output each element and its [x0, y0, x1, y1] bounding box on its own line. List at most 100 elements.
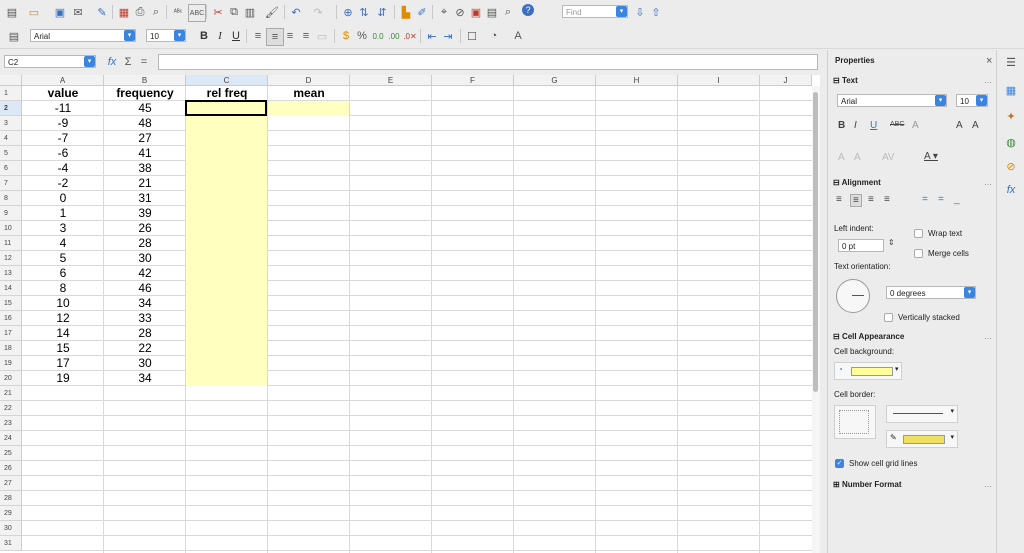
- underline-button[interactable]: U: [228, 28, 244, 44]
- sidebar-align-right-icon[interactable]: ≡: [868, 194, 874, 205]
- frequency-cell[interactable]: 48: [104, 116, 186, 131]
- column-header-f[interactable]: F: [432, 75, 514, 86]
- column-header-d[interactable]: D: [268, 75, 350, 86]
- row-header-16[interactable]: 16: [0, 311, 22, 326]
- redo-icon[interactable]: ↷: [310, 4, 326, 20]
- row-header-19[interactable]: 19: [0, 356, 22, 371]
- value-cell[interactable]: 3: [22, 221, 104, 236]
- row-header-15[interactable]: 15: [0, 296, 22, 311]
- row-header-28[interactable]: 28: [0, 491, 22, 506]
- header-cell-frequency[interactable]: frequency: [104, 86, 186, 101]
- row-header-21[interactable]: 21: [0, 386, 22, 401]
- row-header-2[interactable]: 2: [0, 101, 22, 116]
- value-cell[interactable]: -11: [22, 101, 104, 116]
- column-header-c[interactable]: C: [186, 75, 268, 86]
- cell-appearance-section-header[interactable]: ⊟ Cell Appearance: [833, 332, 904, 341]
- row-header-3[interactable]: 3: [0, 116, 22, 131]
- frequency-cell[interactable]: 28: [104, 326, 186, 341]
- name-box[interactable]: C2 ▾: [4, 55, 96, 68]
- row-header-11[interactable]: 11: [0, 236, 22, 251]
- sidebar-underline-button[interactable]: U: [870, 120, 877, 131]
- vertically-stacked-checkbox[interactable]: [884, 313, 893, 322]
- navigator-tab-icon[interactable]: ⊘: [1003, 158, 1019, 174]
- frequency-cell[interactable]: 34: [104, 371, 186, 386]
- function-wizard-icon[interactable]: fx: [104, 54, 120, 70]
- align-middle-icon[interactable]: =: [938, 194, 944, 205]
- sort-asc-icon[interactable]: ⇅: [356, 4, 372, 20]
- row-header-8[interactable]: 8: [0, 191, 22, 206]
- show-grid-lines-checkbox[interactable]: ✓: [835, 459, 844, 468]
- hyperlink-icon[interactable]: ⊕: [340, 4, 356, 20]
- sidebar-toggle-icon[interactable]: ▤: [6, 28, 22, 44]
- frequency-cell[interactable]: 45: [104, 101, 186, 116]
- bold-button[interactable]: B: [196, 28, 212, 44]
- border-color-picker[interactable]: ✎ ▾: [886, 430, 958, 448]
- decrease-font-icon[interactable]: A: [972, 120, 979, 131]
- frequency-cell[interactable]: 30: [104, 251, 186, 266]
- clone-format-icon[interactable]: 🖌: [264, 4, 280, 20]
- frequency-cell[interactable]: 28: [104, 236, 186, 251]
- currency-icon[interactable]: $: [338, 28, 354, 44]
- column-header-j[interactable]: J: [760, 75, 812, 86]
- autospell-icon[interactable]: ABC: [188, 4, 206, 22]
- zoom-icon[interactable]: ⌕: [500, 4, 516, 20]
- delete-decimal-icon[interactable]: .0✕: [402, 28, 418, 44]
- frequency-cell[interactable]: 46: [104, 281, 186, 296]
- value-cell[interactable]: 8: [22, 281, 104, 296]
- undo-icon[interactable]: ↶: [288, 4, 304, 20]
- vertical-scrollbar[interactable]: [812, 86, 820, 553]
- email-icon[interactable]: ✉: [70, 4, 86, 20]
- align-top-icon[interactable]: =: [922, 194, 928, 205]
- sidebar-font-name-dropdown-icon[interactable]: ▾: [935, 95, 946, 106]
- formula-icon[interactable]: =: [136, 54, 152, 70]
- copy-icon[interactable]: ⧉: [226, 4, 242, 20]
- spreadsheet-grid[interactable]: ABCDEFGHIJ 1 2 3 4 5 6 7 8 9 10 11 12 13 14 15 16 17 18 19…: [0, 75, 820, 553]
- left-indent-spinner-icon[interactable]: ⇕: [888, 238, 895, 247]
- wrap-text-checkbox[interactable]: [914, 229, 923, 238]
- alignment-more-options-icon[interactable]: …: [984, 178, 992, 187]
- merge-cells-checkbox[interactable]: [914, 249, 923, 258]
- column-header-g[interactable]: G: [514, 75, 596, 86]
- orientation-dial[interactable]: [836, 279, 870, 313]
- formula-input[interactable]: [158, 54, 818, 70]
- increase-indent-icon[interactable]: ⇤: [424, 28, 440, 44]
- find-previous-icon[interactable]: ⇧: [648, 4, 664, 20]
- increase-font-icon[interactable]: A: [956, 120, 963, 131]
- close-icon[interactable]: ×: [986, 55, 992, 67]
- value-cell[interactable]: 10: [22, 296, 104, 311]
- spelling-icon[interactable]: ᴬᴮᶜ: [170, 4, 186, 20]
- frequency-cell[interactable]: 38: [104, 161, 186, 176]
- paste-icon[interactable]: ▥: [242, 4, 258, 20]
- row-header-29[interactable]: 29: [0, 506, 22, 521]
- font-color-icon[interactable]: A: [510, 28, 526, 44]
- active-cell-cursor[interactable]: [185, 100, 267, 116]
- column-header-a[interactable]: A: [22, 75, 104, 86]
- sidebar-font-color-icon[interactable]: A ▾: [924, 151, 938, 162]
- frequency-cell[interactable]: 39: [104, 206, 186, 221]
- sidebar-font-size-box[interactable]: 10 ▾: [956, 94, 988, 107]
- borders-icon[interactable]: ☐: [464, 28, 480, 44]
- font-name-dropdown-icon[interactable]: ▾: [124, 30, 135, 41]
- frequency-cell[interactable]: 21: [104, 176, 186, 191]
- column-header-b[interactable]: B: [104, 75, 186, 86]
- value-cell[interactable]: 17: [22, 356, 104, 371]
- row-header-4[interactable]: 4: [0, 131, 22, 146]
- number-format-section-header[interactable]: ⊞ Number Format: [833, 480, 902, 489]
- frequency-cell[interactable]: 26: [104, 221, 186, 236]
- number-format-icon[interactable]: 0.0: [370, 28, 386, 44]
- print-icon[interactable]: ⎙: [132, 4, 148, 20]
- row-header-1[interactable]: 1: [0, 86, 22, 101]
- frequency-cell[interactable]: 22: [104, 341, 186, 356]
- frequency-cell[interactable]: 42: [104, 266, 186, 281]
- number-format-more-options-icon[interactable]: …: [984, 480, 992, 489]
- column-header-i[interactable]: I: [678, 75, 760, 86]
- new-icon[interactable]: ▤: [4, 4, 20, 20]
- font-size-box[interactable]: 10 ▾: [146, 29, 186, 42]
- gallery-icon[interactable]: ▤: [484, 4, 500, 20]
- font-name-box[interactable]: Arial ▾: [30, 29, 136, 42]
- left-indent-input[interactable]: 0 pt: [838, 239, 884, 252]
- merge-cells-icon[interactable]: ▭: [314, 28, 330, 44]
- frequency-cell[interactable]: 41: [104, 146, 186, 161]
- align-right-icon[interactable]: ≡: [282, 28, 298, 44]
- frequency-cell[interactable]: 31: [104, 191, 186, 206]
